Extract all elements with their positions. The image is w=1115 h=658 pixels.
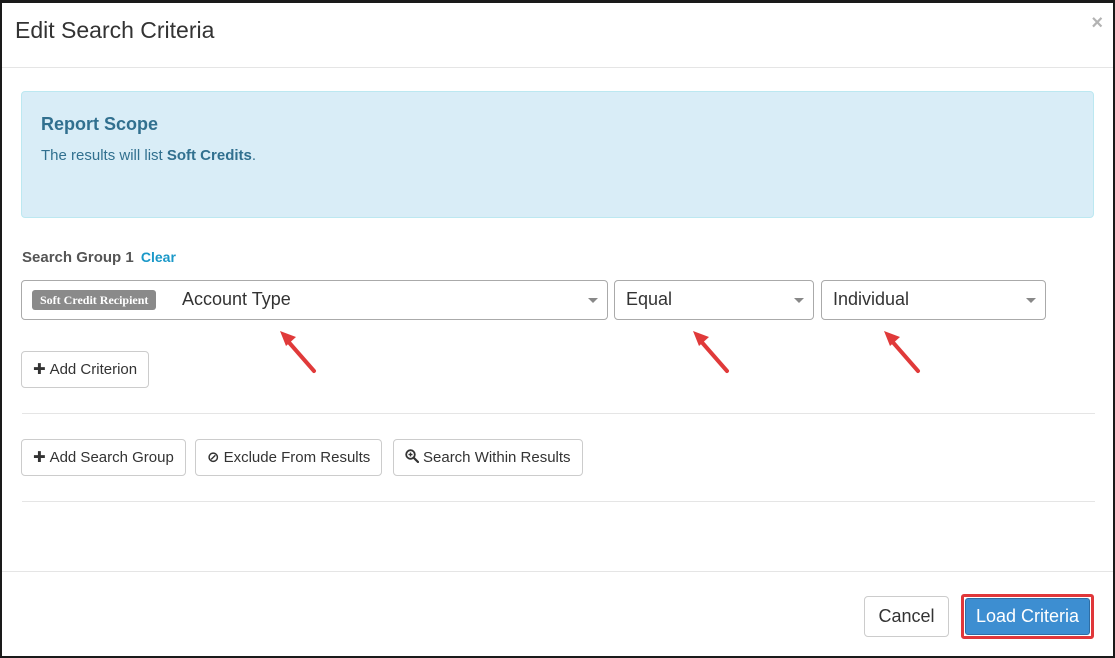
operator-select-value: Equal (626, 289, 673, 309)
ban-icon: ⊘ (207, 449, 220, 466)
search-within-results-button[interactable]: Search Within Results (393, 439, 583, 476)
search-group-label: Search Group 1 (22, 249, 134, 266)
scope-text-suffix: . (251, 147, 257, 164)
add-search-group-label: Add Search Group (49, 449, 174, 466)
load-criteria-button[interactable]: Load Criteria (965, 598, 1090, 635)
add-search-group-button[interactable]: ✚ Add Search Group (21, 439, 186, 476)
add-criterion-label: Add Criterion (49, 361, 138, 378)
caret-down-icon (588, 298, 598, 303)
value-select-value: Individual (833, 289, 910, 309)
cancel-button[interactable]: Cancel (864, 596, 949, 637)
zoom-in-icon (405, 440, 420, 475)
divider (22, 413, 1095, 414)
exclude-from-results-button[interactable]: ⊘ Exclude From Results (195, 439, 383, 476)
field-category-tag: Soft Credit Recipient (32, 290, 157, 310)
clear-link[interactable]: Clear (141, 249, 176, 265)
exclude-from-results-label: Exclude From Results (223, 449, 371, 466)
modal-title: Edit Search Criteria (15, 17, 215, 43)
modal-footer-divider (2, 571, 1113, 572)
divider (22, 501, 1095, 502)
add-criterion-button[interactable]: ✚ Add Criterion (21, 351, 150, 388)
field-select-value: Account Type (182, 289, 291, 309)
plus-icon: ✚ (33, 361, 46, 378)
edit-search-criteria-modal: Edit Search Criteria × Report Scope The … (0, 0, 1115, 658)
close-icon[interactable]: × (1091, 13, 1103, 33)
caret-down-icon (794, 298, 804, 303)
annotation-arrow-operator (693, 331, 729, 373)
plus-icon: ✚ (33, 449, 46, 466)
value-select[interactable]: Individual (821, 280, 1046, 320)
scope-text-bold: Soft Credits (166, 147, 252, 164)
report-scope-text: The results will list Soft Credits. (41, 147, 256, 164)
modal-header: Edit Search Criteria × (2, 3, 1113, 68)
caret-down-icon (1026, 298, 1036, 303)
annotation-arrow-value (884, 331, 920, 373)
search-group-heading: Search Group 1 Clear (22, 249, 176, 266)
operator-select[interactable]: Equal (614, 280, 814, 320)
report-scope-panel: Report Scope The results will list Soft … (21, 91, 1094, 218)
field-select[interactable]: Soft Credit Recipient Account Type (21, 280, 608, 320)
search-within-results-label: Search Within Results (423, 449, 571, 466)
report-scope-heading: Report Scope (41, 114, 159, 134)
scope-text-prefix: The results will list (41, 147, 167, 164)
annotation-arrow-field (280, 331, 316, 373)
